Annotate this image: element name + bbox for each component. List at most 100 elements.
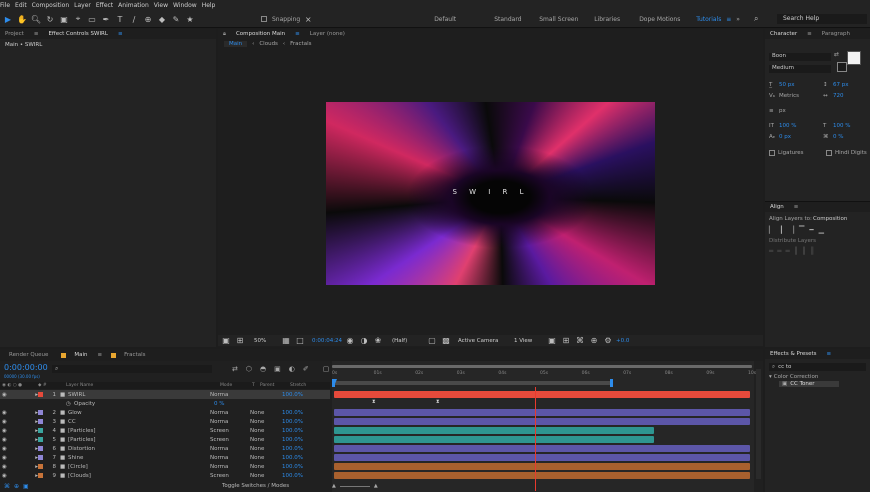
- channel-icon[interactable]: ❀: [372, 335, 384, 347]
- layer-stretch-value[interactable]: 100.0%: [282, 437, 312, 443]
- hindi-digits-checkbox[interactable]: [826, 149, 832, 156]
- layer-name[interactable]: [Particles]: [68, 428, 158, 434]
- layer-stretch-value[interactable]: 100.0%: [282, 455, 312, 461]
- layer-parent-dropdown[interactable]: None: [250, 437, 282, 443]
- stroke-color-swatch[interactable]: [837, 62, 847, 72]
- table-row[interactable]: ◉ ▸ 5 ■ [Particles] Screen None 100.0%: [0, 435, 330, 444]
- layer-mode-dropdown[interactable]: Screen: [210, 437, 242, 443]
- layer-parent-dropdown[interactable]: None: [250, 419, 282, 425]
- label-color-swatch[interactable]: [38, 455, 43, 460]
- layer-mode-dropdown[interactable]: Norma: [210, 464, 242, 470]
- distribute-hcenter-icon[interactable]: ║: [802, 247, 806, 255]
- layer-mode-dropdown[interactable]: Norma: [210, 455, 242, 461]
- stopwatch-icon[interactable]: ◷: [66, 401, 74, 407]
- search-help-icon[interactable]: ⌕: [750, 13, 762, 25]
- clone-tool-icon[interactable]: ⊕: [142, 13, 154, 25]
- layer-stretch-value[interactable]: 100.0%: [282, 392, 312, 398]
- layer-name[interactable]: Glow: [68, 410, 158, 416]
- mask-toggle-icon[interactable]: ⊞: [234, 335, 246, 347]
- tsume-value[interactable]: 0 %: [833, 134, 843, 140]
- breadcrumb-main[interactable]: Main: [224, 41, 248, 47]
- pen-tool-icon[interactable]: ✒: [100, 13, 112, 25]
- layer-name[interactable]: [Circle]: [68, 464, 158, 470]
- property-value[interactable]: 0 %: [214, 401, 224, 407]
- layer-parent-dropdown[interactable]: None: [250, 410, 282, 416]
- tab-effect-controls[interactable]: Effect Controls SWIRL: [43, 29, 113, 39]
- layer-duration-bar[interactable]: [334, 454, 750, 461]
- layer-duration-bar[interactable]: [334, 427, 655, 434]
- layer-parent-dropdown[interactable]: None: [250, 446, 282, 452]
- layer-mode-dropdown[interactable]: Screen: [210, 428, 242, 434]
- composition-viewer[interactable]: S W I R L: [326, 102, 655, 285]
- grid-icon[interactable]: ▦: [280, 335, 292, 347]
- comp-timecode[interactable]: 0:00:04:24: [312, 338, 342, 344]
- zoom-dropdown[interactable]: 50%: [254, 338, 278, 344]
- table-row[interactable]: ◉ ▸ 8 ■ [Circle] Norma None 100.0%: [0, 462, 330, 471]
- work-area-bar[interactable]: [332, 381, 612, 385]
- fill-color-swatch[interactable]: [847, 51, 861, 65]
- layer-parent-dropdown[interactable]: None: [250, 464, 282, 470]
- column-stretch[interactable]: Stretch: [290, 383, 306, 388]
- breadcrumb-clouds[interactable]: Clouds: [259, 41, 278, 47]
- layer-name[interactable]: [Particles]: [68, 437, 158, 443]
- visibility-eye-icon[interactable]: ◉: [2, 455, 12, 461]
- horizontal-scale-value[interactable]: 100 %: [833, 123, 850, 129]
- layer-stretch-value[interactable]: 100.0%: [282, 464, 312, 470]
- visibility-eye-icon[interactable]: ◉: [2, 437, 12, 443]
- font-size-value[interactable]: 50 px: [779, 82, 823, 88]
- workspace-overflow-icon[interactable]: »: [736, 16, 748, 23]
- tab-main[interactable]: Main: [69, 350, 92, 360]
- workspace-standard[interactable]: Standard: [494, 16, 539, 23]
- leading-value[interactable]: 67 px: [833, 82, 849, 88]
- comp-menu-icon[interactable]: ≡: [290, 29, 305, 39]
- table-row[interactable]: ◉ ▸ 3 ■ CC Norma None 100.0%: [0, 417, 330, 426]
- workspace-small-screen[interactable]: Small Screen: [539, 16, 594, 23]
- menu-item-animation[interactable]: Animation: [118, 2, 149, 9]
- region-icon[interactable]: □: [294, 335, 306, 347]
- exposure-value[interactable]: +0.0: [616, 338, 629, 344]
- label-color-swatch[interactable]: [38, 410, 43, 415]
- distribute-left-icon[interactable]: ║: [794, 247, 798, 255]
- table-row[interactable]: ◉ ▸ 1 ■ SWIRL Norma 100.0%: [0, 390, 330, 399]
- expand-arrow-icon[interactable]: ▸: [12, 428, 38, 434]
- tab-align[interactable]: Align: [765, 202, 789, 212]
- align-vcenter-icon[interactable]: ━: [809, 226, 813, 234]
- label-color-swatch[interactable]: [38, 392, 43, 397]
- comp-mini-flowchart-icon[interactable]: ⇄: [232, 365, 238, 373]
- visibility-eye-icon[interactable]: ◉: [2, 410, 12, 416]
- tab-fractals[interactable]: Fractals: [119, 350, 150, 360]
- stroke-width-value[interactable]: px: [779, 108, 786, 114]
- expand-arrow-icon[interactable]: ▸: [12, 419, 38, 425]
- label-color-swatch[interactable]: [38, 437, 43, 442]
- timeline-footer-label[interactable]: Toggle Switches / Modes: [222, 483, 289, 489]
- character-menu-icon[interactable]: ≡: [802, 29, 817, 39]
- table-row[interactable]: ◉ ▸ 7 ■ Shine Norma None 100.0%: [0, 453, 330, 462]
- transparency-grid-icon[interactable]: ▩: [440, 335, 452, 347]
- draft-3d-icon[interactable]: ⬡: [246, 365, 252, 373]
- toggle-pixel-icon[interactable]: ▣: [546, 335, 558, 347]
- expand-modes-icon[interactable]: ⊕: [14, 483, 19, 490]
- visibility-eye-icon[interactable]: ◉: [2, 392, 12, 398]
- kerning-value[interactable]: Metrics: [779, 93, 823, 99]
- layer-duration-bar[interactable]: [334, 445, 750, 452]
- label-color-swatch[interactable]: [38, 419, 43, 424]
- column-layer-name[interactable]: Layer Name: [66, 383, 220, 388]
- tab-composition[interactable]: Composition Main: [231, 29, 290, 39]
- label-color-swatch[interactable]: [38, 446, 43, 451]
- layer-mode-dropdown[interactable]: Norma: [210, 446, 242, 452]
- work-area-end-handle[interactable]: [610, 379, 613, 387]
- tracking-value[interactable]: 720: [833, 93, 844, 99]
- camera-dropdown[interactable]: Active Camera: [458, 338, 508, 344]
- visibility-eye-icon[interactable]: ◉: [2, 419, 12, 425]
- timeline-icon[interactable]: ⌘: [574, 335, 586, 347]
- workspace-tutorials[interactable]: Tutorials: [696, 16, 726, 23]
- playhead-line[interactable]: [535, 387, 536, 491]
- column-t[interactable]: T: [252, 383, 260, 388]
- align-top-icon[interactable]: ▔: [799, 226, 804, 234]
- layer-mode-dropdown[interactable]: Norma: [210, 419, 242, 425]
- layer-duration-bar[interactable]: [334, 418, 750, 425]
- layer-parent-dropdown[interactable]: None: [250, 455, 282, 461]
- menu-item-help[interactable]: Help: [202, 2, 216, 9]
- align-left-icon[interactable]: ▏: [769, 226, 774, 234]
- timeline-track-area[interactable]: 0s 01s 02s 03s 04s 05s 06s 07s 08s 09s 10s ⧗ ⧗ ▲ ▲: [332, 361, 756, 492]
